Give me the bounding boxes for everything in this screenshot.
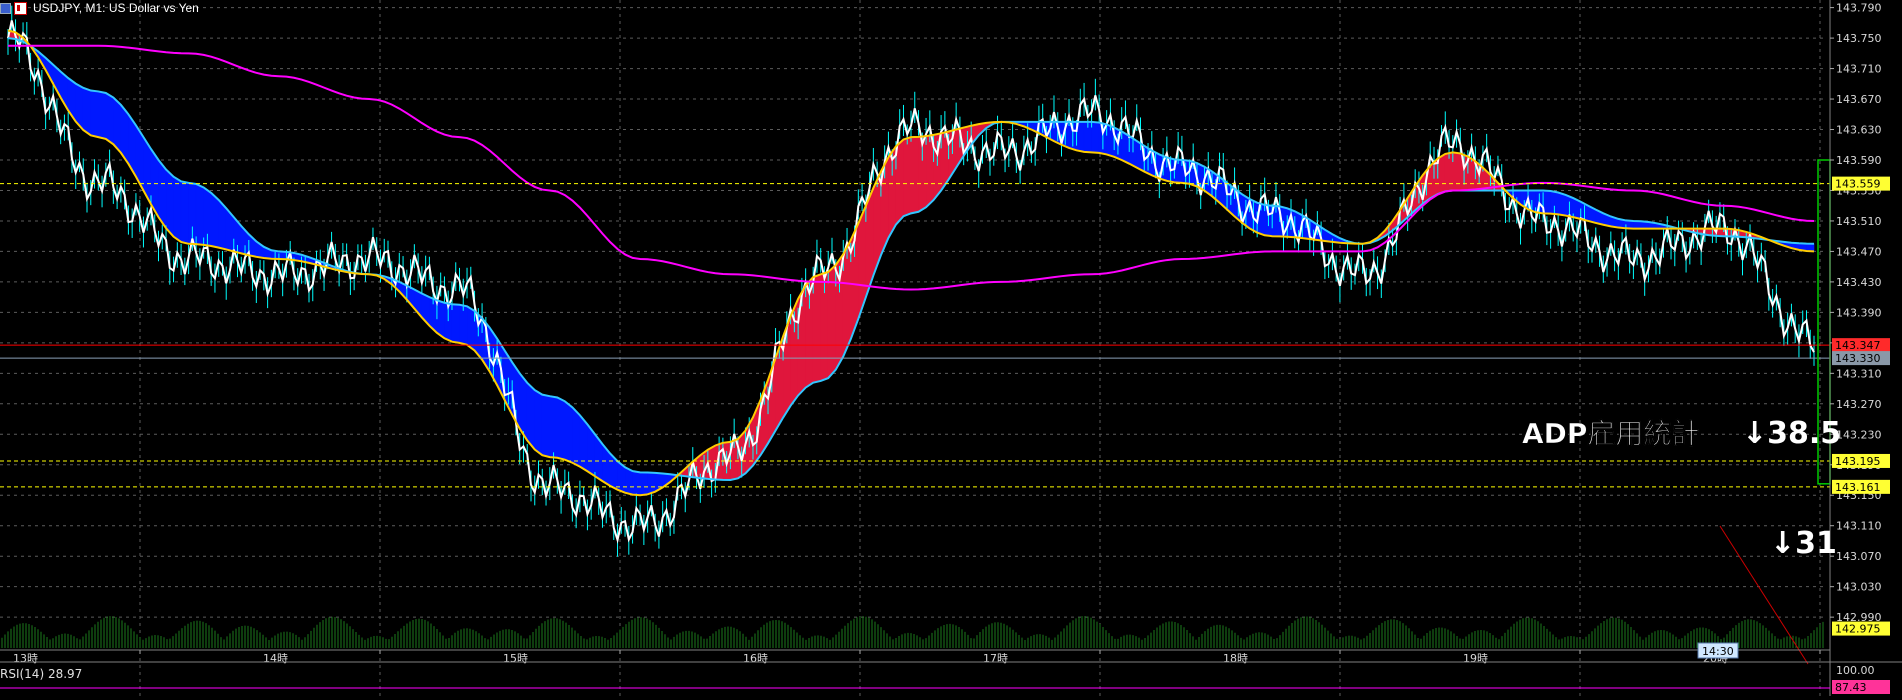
change-label-1: ↓38.5: [1742, 416, 1841, 451]
cloud-segment: [1558, 193, 1566, 216]
rsi-label: RSI(14) 28.97: [0, 667, 82, 681]
cloud-segment: [91, 91, 99, 138]
price-axis: 143.790 143.750 143.710 143.670 143.630 143.5…: [1830, 0, 1890, 696]
price-tick-label: 143.070: [1836, 550, 1882, 563]
symbol-label: USDJPY, M1:: [33, 1, 105, 15]
chart-icon[interactable]: [14, 2, 27, 15]
cloud-segment: [1453, 152, 1461, 190]
price-tick-label: 143.390: [1836, 306, 1882, 319]
symbol-description: US Dollar vs Yen: [109, 1, 199, 15]
cloud-segment: [557, 397, 565, 459]
price-marker-label: 143.347: [1835, 339, 1881, 352]
cloud-segment: [813, 274, 821, 382]
time-badge-label: 14:30: [1702, 645, 1734, 658]
cloud-segment: [911, 137, 919, 213]
cloud-segment: [640, 472, 648, 495]
rsi-value-label: 87.43: [1835, 681, 1867, 694]
time-tick-label: 13時: [13, 652, 38, 665]
cloud-segment: [98, 91, 106, 139]
cloud-segment: [550, 396, 558, 458]
time-tick-label: 19時: [1463, 652, 1488, 665]
time-tick-label: 14時: [263, 652, 288, 665]
cloud-segment: [452, 304, 460, 343]
time-tick-label: 15時: [503, 652, 528, 665]
cloud-segment: [166, 169, 174, 236]
window-icon[interactable]: [0, 3, 11, 14]
cloud-segment: [196, 184, 204, 245]
price-tick-label: 143.310: [1836, 367, 1882, 380]
price-marker-label: 143.161: [1835, 481, 1881, 494]
cloud-segment: [572, 407, 580, 466]
price-tick-label: 143.110: [1836, 520, 1882, 533]
cloud-segment: [467, 306, 475, 350]
price-tick-label: 143.230: [1836, 428, 1882, 441]
cloud-segment: [535, 390, 543, 455]
price-tick-label: 143.630: [1836, 124, 1882, 137]
price-marker-label: 143.559: [1835, 178, 1881, 191]
cloud-segment: [83, 88, 91, 135]
cloud-segment: [1092, 122, 1100, 153]
event-label: ADP雇用統計: [1522, 417, 1699, 450]
cloud-segment: [542, 395, 550, 458]
price-tick-label: 143.750: [1836, 32, 1882, 45]
cloud-segment: [106, 93, 114, 144]
chart-background: [0, 0, 1902, 696]
rsi-axis-label: 100.00: [1836, 664, 1875, 677]
price-tick-label: 143.670: [1836, 93, 1882, 106]
price-tick-label: 143.470: [1836, 245, 1882, 258]
price-tick-label: 143.790: [1836, 2, 1882, 15]
cloud-segment: [211, 193, 219, 248]
cloud-segment: [565, 401, 573, 462]
price-marker-label: 143.195: [1835, 455, 1881, 468]
chart-title-bar: USDJPY, M1: US Dollar vs Yen: [0, 0, 199, 16]
price-marker-label: 142.975: [1835, 623, 1881, 636]
price-tick-label: 143.590: [1836, 154, 1882, 167]
price-tick-label: 143.510: [1836, 215, 1882, 228]
cloud-segment: [527, 383, 535, 450]
change-label-2: ↓31: [1770, 526, 1837, 561]
price-tick-label: 143.270: [1836, 398, 1882, 411]
cloud-segment: [633, 471, 641, 495]
price-chart[interactable]: 143.790 143.750 143.710 143.670 143.630 143.5…: [0, 0, 1902, 696]
cloud-segment: [181, 181, 189, 244]
cloud-segment: [903, 137, 911, 216]
price-tick-label: 143.030: [1836, 581, 1882, 594]
price-tick-label: 143.430: [1836, 276, 1882, 289]
time-tick-label: 16時: [743, 652, 768, 665]
chart-title: USDJPY, M1: US Dollar vs Yen: [33, 1, 199, 15]
price-tick-label: 143.710: [1836, 63, 1882, 76]
cloud-segment: [174, 177, 182, 242]
chart-area[interactable]: 143.790 143.750 143.710 143.670 143.630 143.5…: [0, 0, 1902, 696]
time-tick-label: 17時: [983, 652, 1008, 665]
time-tick-label: 18時: [1223, 652, 1248, 665]
price-marker-label: 143.330: [1835, 352, 1881, 365]
